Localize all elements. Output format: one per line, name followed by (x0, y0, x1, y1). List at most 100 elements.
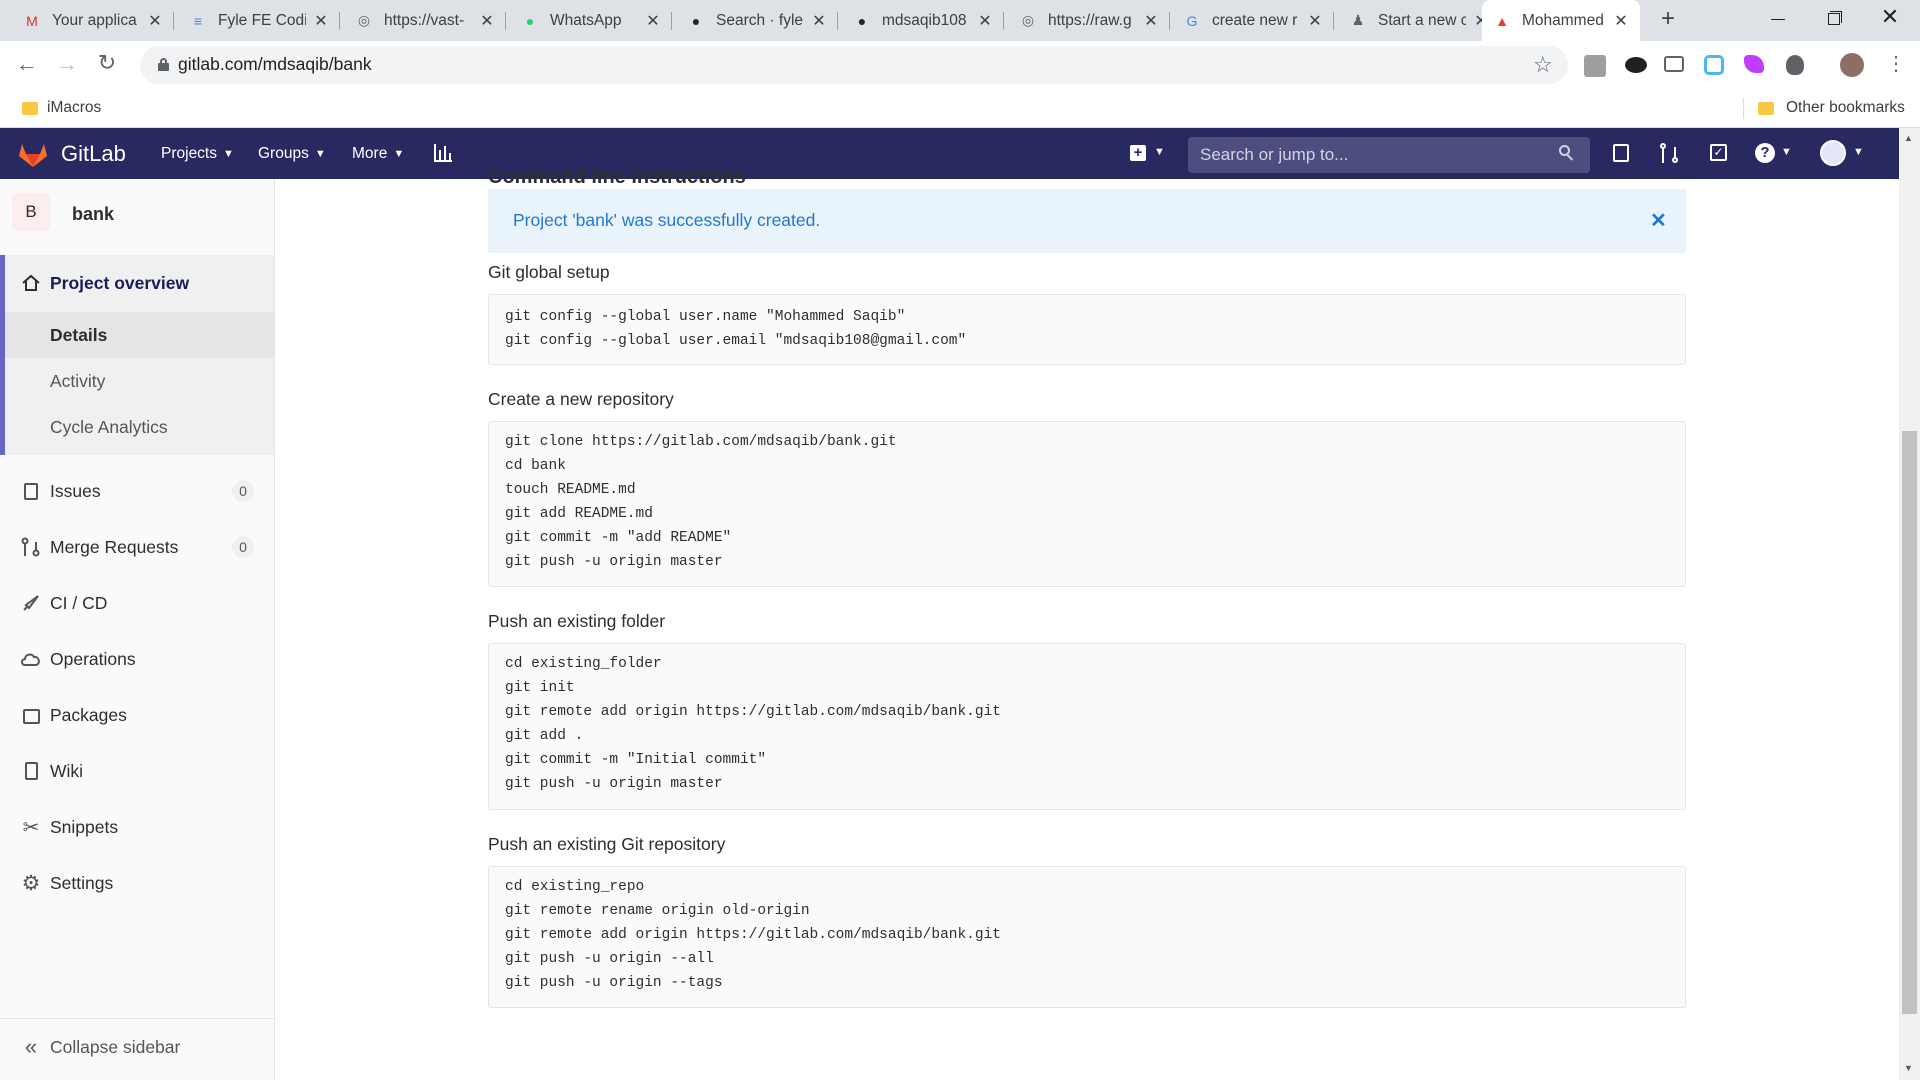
project-avatar[interactable]: B (12, 193, 50, 231)
new-tab-button[interactable]: + (1656, 7, 1680, 32)
tab-close-icon[interactable]: ✕ (644, 11, 662, 31)
star-icon[interactable]: ☆ (1533, 52, 1553, 78)
sidebar-item-snippets[interactable]: ✂ Snippets (0, 799, 274, 855)
browser-tab[interactable]: ≡ Fyle FE Codi ✕ (178, 0, 340, 41)
browser-tab[interactable]: ● mdsaqib108 ✕ (842, 0, 1004, 41)
browser-tab[interactable]: ◎ https://raw.g ✕ (1008, 0, 1170, 41)
sidebar-item-wiki[interactable]: Wiki (0, 743, 274, 799)
sidebar-item-label: Issues (50, 480, 101, 501)
code-line: git add . (505, 728, 584, 744)
code-line: touch README.md (505, 482, 636, 498)
page-scrollbar[interactable]: ▲ ▼ (1899, 128, 1920, 1080)
issues-icon[interactable] (1613, 144, 1629, 162)
sidebar-item-label: Project overview (50, 272, 190, 293)
tab-close-icon[interactable]: ✕ (312, 11, 330, 31)
sidebar-item-label: Details (50, 324, 108, 345)
nav-more[interactable]: More ▼ (352, 128, 404, 179)
camera-icon[interactable] (1664, 56, 1684, 72)
browser-tab[interactable]: ♟ Start a new c ✕ (1338, 0, 1500, 41)
back-button[interactable]: ← (14, 51, 40, 77)
tab-close-icon[interactable]: ✕ (1306, 11, 1324, 31)
sidebar-sub-details[interactable]: Details (0, 312, 274, 358)
tab-close-icon[interactable]: ✕ (1142, 11, 1160, 31)
scrollbar-thumb[interactable] (1902, 431, 1917, 1014)
tab-title: Start a new c (1378, 11, 1466, 29)
tab-separator (1333, 12, 1334, 30)
extension-icon[interactable] (1744, 55, 1764, 73)
nav-groups[interactable]: Groups ▼ (258, 128, 326, 179)
google-icon: G (1186, 12, 1198, 29)
tab-close-icon[interactable]: ✕ (810, 11, 828, 31)
other-bookmarks[interactable]: Other bookmarks (1786, 99, 1905, 117)
sidebar-item-issues[interactable]: Issues 0 (0, 463, 274, 519)
browser-tab[interactable]: ● Search · fyle ✕ (676, 0, 838, 41)
code-block: cd existing_folder git init git remote add… (488, 643, 1686, 810)
code-line: git push -u origin --all (505, 951, 714, 967)
sidebar-item-settings[interactable]: ⚙ Settings (0, 855, 274, 911)
gitlab-logo-icon[interactable] (18, 140, 48, 168)
tab-close-icon[interactable]: ✕ (1612, 11, 1630, 31)
browser-tab[interactable]: ● WhatsApp ✕ (510, 0, 672, 41)
code-line: git remote add origin https://gitlab.com… (505, 704, 1001, 720)
scroll-up-arrow[interactable]: ▲ (1904, 133, 1913, 143)
browser-menu-icon[interactable]: ⋮ (1886, 51, 1906, 76)
forward-button[interactable]: → (54, 51, 80, 77)
scroll-down-arrow[interactable]: ▼ (1904, 1063, 1913, 1073)
close-window-button[interactable]: ✕ (1878, 4, 1902, 32)
code-line: git remote rename origin old-origin (505, 903, 810, 919)
sidebar-item-packages[interactable]: Packages (0, 687, 274, 743)
tab-title: Fyle FE Codi (218, 11, 306, 29)
sidebar-sub-activity[interactable]: Activity (0, 358, 274, 404)
restore-button[interactable] (1822, 8, 1846, 32)
browser-tab[interactable]: ▲ Mohammed ✕ (1482, 0, 1640, 41)
collapse-sidebar-button[interactable]: « Collapse sidebar (0, 1019, 274, 1075)
nav-projects[interactable]: Projects ▼ (161, 128, 234, 179)
browser-tab[interactable]: ◎ https://vast- ✕ (344, 0, 506, 41)
section-title: Git global setup (488, 262, 610, 282)
user-avatar[interactable] (1820, 140, 1846, 166)
todos-icon[interactable]: ✓ (1710, 144, 1727, 161)
tab-close-icon[interactable]: ✕ (478, 11, 496, 31)
sidebar-item-operations[interactable]: Operations (0, 631, 274, 687)
sidebar-item-merge-requests[interactable]: Merge Requests 0 (0, 519, 274, 575)
flash-notice: Project 'bank' was successfully created.… (488, 189, 1686, 253)
reload-button[interactable]: ↻ (94, 50, 120, 76)
browser-tab[interactable]: M Your applica ✕ (12, 0, 174, 41)
minimize-button[interactable] (1766, 8, 1790, 32)
project-name[interactable]: bank (72, 204, 114, 225)
scissors-icon: ✂ (22, 816, 40, 839)
sidebar-item-ci-cd[interactable]: CI / CD (0, 575, 274, 631)
code-line: git init (505, 680, 575, 696)
nav-more-label: More (352, 144, 388, 162)
whatsapp-icon: ● (525, 12, 535, 29)
tab-close-icon[interactable]: ✕ (146, 11, 164, 31)
extension-icon[interactable] (1786, 55, 1804, 75)
sidebar-item-label: Wiki (50, 760, 84, 781)
close-icon[interactable]: ✕ (1650, 208, 1667, 233)
extension-icon[interactable] (1704, 55, 1724, 75)
sidebar-sub-cycle-analytics[interactable]: Cycle Analytics (0, 404, 274, 450)
package-icon (20, 704, 42, 726)
extension-icon[interactable] (1584, 55, 1606, 77)
tab-close-icon[interactable]: ✕ (976, 11, 994, 31)
activity-chart-icon[interactable] (434, 144, 452, 162)
code-line: git push -u origin --tags (505, 975, 723, 991)
profile-avatar[interactable] (1840, 53, 1864, 77)
browser-tab[interactable]: Gcreate new r ✕ (1172, 0, 1334, 41)
gear-icon: ⚙ (21, 871, 41, 895)
code-block: cd existing_repo git remote rename origin… (488, 866, 1686, 1008)
gitlab-brand[interactable]: GitLab (61, 128, 126, 179)
help-icon[interactable]: ? (1755, 143, 1775, 163)
new-item-icon[interactable]: + (1130, 145, 1146, 161)
globe-icon: ◎ (357, 12, 371, 28)
code-line: git push -u origin master (505, 776, 723, 792)
sidebar-item-project-overview[interactable]: Project overview (0, 255, 274, 311)
tab-title: WhatsApp (550, 11, 622, 29)
merge-requests-icon[interactable] (1659, 143, 1679, 163)
address-bar[interactable]: gitlab.com/mdsaqib/bank ☆ (140, 46, 1568, 84)
extension-icon[interactable] (1625, 57, 1647, 73)
bookmark-imacros[interactable]: iMacros (47, 99, 101, 117)
sidebar-item-label: CI / CD (50, 592, 108, 613)
search-input[interactable]: Search or jump to... (1188, 137, 1590, 173)
bookmarks-bar: iMacros Other bookmarks (0, 89, 1920, 128)
